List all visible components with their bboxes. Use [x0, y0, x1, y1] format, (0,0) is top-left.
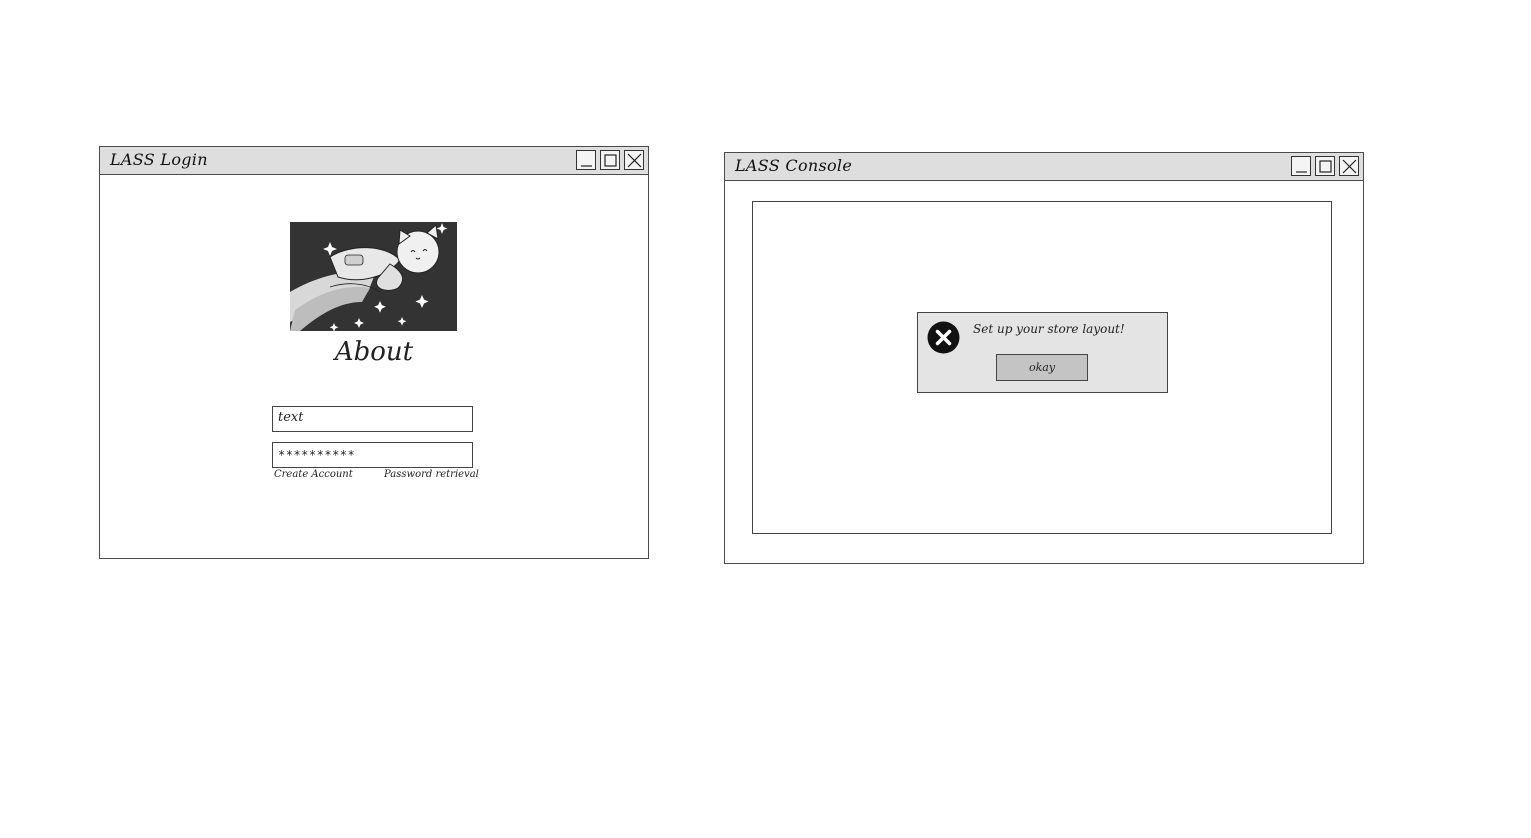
- username-field[interactable]: text: [272, 406, 473, 432]
- minimize-button[interactable]: [1291, 156, 1311, 176]
- maximize-icon: [1319, 160, 1332, 173]
- close-icon: [627, 153, 642, 168]
- console-panel: Set up your store layout! okay: [752, 201, 1332, 534]
- close-icon: [1342, 159, 1357, 174]
- password-field[interactable]: **********: [272, 442, 473, 468]
- close-button[interactable]: [624, 150, 644, 170]
- maximize-button[interactable]: [1315, 156, 1335, 176]
- maximize-icon: [604, 154, 617, 167]
- maximize-button[interactable]: [600, 150, 620, 170]
- about-link[interactable]: About: [315, 337, 433, 367]
- close-button[interactable]: [1339, 156, 1359, 176]
- password-retrieval-link[interactable]: Password retrieval: [384, 469, 479, 480]
- login-titlebar[interactable]: LASS Login: [100, 147, 648, 175]
- console-window: LASS Console Set up your store layout! o…: [724, 152, 1364, 564]
- okay-button[interactable]: okay: [996, 354, 1088, 381]
- minimize-button[interactable]: [576, 150, 596, 170]
- minimize-icon: [581, 165, 592, 167]
- minimize-icon: [1296, 171, 1307, 173]
- hero-image: [290, 222, 457, 332]
- create-account-link[interactable]: Create Account: [274, 469, 353, 480]
- login-window-title: LASS Login: [110, 150, 208, 169]
- alert-dialog: Set up your store layout! okay: [917, 312, 1168, 393]
- console-window-title: LASS Console: [735, 156, 853, 175]
- console-titlebar[interactable]: LASS Console: [725, 153, 1363, 181]
- login-window: LASS Login About text ********** Create …: [99, 146, 649, 559]
- space-cat-illustration: [290, 222, 457, 332]
- alert-message: Set up your store layout!: [973, 322, 1125, 336]
- error-x-icon: [927, 321, 960, 354]
